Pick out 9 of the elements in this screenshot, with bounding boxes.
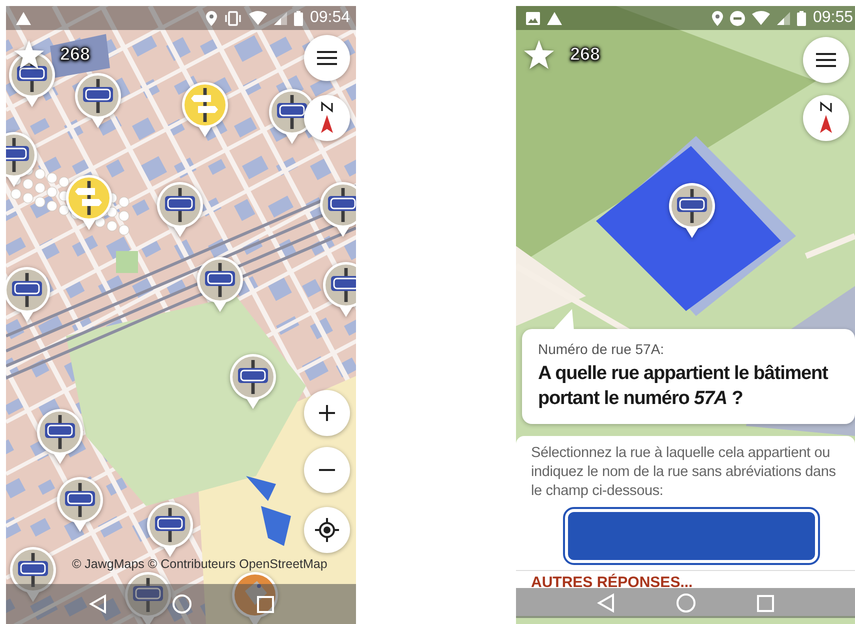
quest-subtitle: Numéro de rue 57A:: [538, 340, 666, 357]
answer-count: 268: [570, 44, 600, 65]
status-time: 09:55: [812, 9, 853, 27]
map-attribution: © JawgMaps © Contributeurs OpenStreetMap: [72, 557, 328, 571]
quest-question: A quelle rue appartient le bâtiment portant le numéro 57A ?: [538, 362, 830, 412]
status-time: 09:54: [310, 9, 350, 27]
other-answers-button[interactable]: AUTRES RÉPONSES...: [531, 574, 693, 590]
answer-instructions: Sélectionnez la rue à laquelle cela appartient ou indiquez le nom de la rue sans abréviations dans le champ ci-dessous:: [531, 444, 837, 501]
answer-count: 268: [60, 44, 90, 65]
